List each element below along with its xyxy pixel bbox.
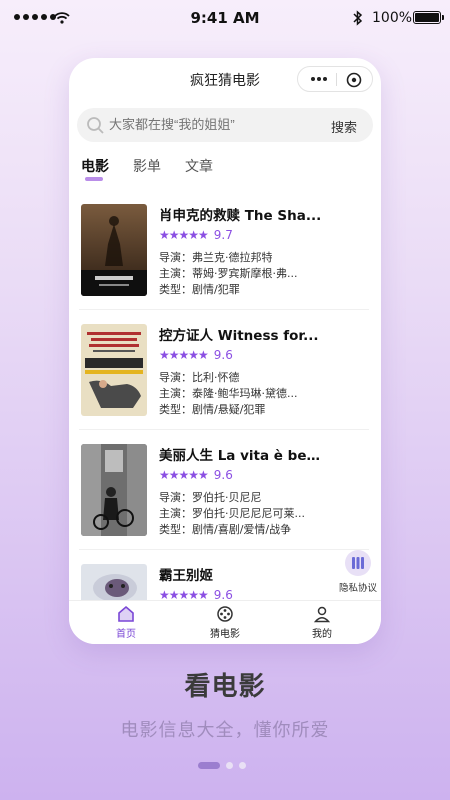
tabbar-profile[interactable]: 我的 <box>287 605 357 640</box>
page-dot[interactable] <box>226 762 233 769</box>
mini-program-navbar: 疯狂猜电影 <box>69 58 381 98</box>
tab-movies[interactable]: 电影 <box>81 156 109 176</box>
movie-rating: ★★★★★ 9.6 <box>159 467 233 483</box>
movie-title: 控方证人 Witness for... <box>159 328 319 344</box>
movie-list: 肖申克的救赎 The Sha... ★★★★★ 9.7 导演：弗兰克·德拉邦特 … <box>69 192 381 602</box>
capsule-menu <box>297 66 373 92</box>
search-icon <box>87 117 104 134</box>
movie-poster <box>81 564 147 602</box>
home-icon <box>118 605 134 622</box>
movie-title: 肖申克的救赎 The Sha... <box>159 208 322 224</box>
film-reel-icon <box>217 606 233 622</box>
status-bar: 9:41 AM 100% <box>0 0 450 36</box>
battery-percent: 100% <box>372 10 413 26</box>
star-rating-icon: ★★★★★ <box>159 228 209 242</box>
tabbar-home[interactable]: 首页 <box>91 605 161 640</box>
movie-director: 导演：比利·怀德 <box>159 371 240 384</box>
app-screen: 疯狂猜电影 搜索 电影 影单 文章 <box>69 58 381 644</box>
list-divider <box>79 309 369 310</box>
movie-cast: 主演：蒂姆·罗宾斯摩根·弗... <box>159 267 298 280</box>
movie-item[interactable]: 霸王别姬 ★★★★★ 9.6 <box>79 552 369 602</box>
movie-genre: 类型：剧情/犯罪 <box>159 283 240 296</box>
star-rating-icon: ★★★★★ <box>159 468 209 482</box>
movie-cast: 主演：罗伯托·贝尼尼尼可莱... <box>159 507 305 520</box>
tabbar-profile-label: 我的 <box>312 629 332 640</box>
list-divider <box>79 549 369 550</box>
movie-rating: ★★★★★ 9.7 <box>159 227 233 243</box>
tab-articles[interactable]: 文章 <box>185 156 213 176</box>
search-button[interactable]: 搜索 <box>331 117 357 136</box>
page-indicator <box>198 762 246 769</box>
movie-cast: 主演：泰隆·鲍华玛琳·黛德... <box>159 387 298 400</box>
promo-subtitle: 电影信息大全，懂你所爱 <box>120 720 330 741</box>
movie-item[interactable]: 控方证人 Witness for... ★★★★★ 9.6 导演：比利·怀德 主… <box>79 312 369 430</box>
search-bar: 搜索 <box>77 108 373 142</box>
movie-poster <box>81 204 147 296</box>
user-icon <box>313 606 331 623</box>
list-divider <box>79 429 369 430</box>
movie-genre: 类型：剧情/喜剧/爱情/战争 <box>159 523 292 536</box>
movie-score: 9.6 <box>213 468 233 482</box>
promo-title: 看电影 <box>184 672 266 702</box>
tabbar-home-label: 首页 <box>116 629 136 640</box>
bottom-tab-bar: 首页 猜电影 我的 <box>69 600 381 644</box>
movie-item[interactable]: 肖申克的救赎 The Sha... ★★★★★ 9.7 导演：弗兰克·德拉邦特 … <box>79 192 369 310</box>
movie-director: 导演：罗伯托·贝尼尼 <box>159 491 262 504</box>
page-dot[interactable] <box>239 762 246 769</box>
category-tabs: 电影 影单 文章 <box>69 156 381 186</box>
movie-poster <box>81 444 147 536</box>
movie-poster <box>81 324 147 416</box>
active-tab-indicator <box>85 177 103 181</box>
battery-icon <box>413 11 444 24</box>
books-icon <box>345 550 371 576</box>
tabbar-guess[interactable]: 猜电影 <box>190 605 260 640</box>
capsule-divider <box>336 73 337 86</box>
movie-genre: 类型：剧情/悬疑/犯罪 <box>159 403 266 416</box>
bluetooth-icon <box>353 10 363 26</box>
search-input[interactable] <box>109 117 309 132</box>
movie-score: 9.7 <box>213 228 233 242</box>
tabbar-guess-label: 猜电影 <box>210 629 240 640</box>
page-dot-active[interactable] <box>198 762 220 769</box>
movie-rating: ★★★★★ 9.6 <box>159 347 233 363</box>
tab-movie-lists[interactable]: 影单 <box>133 156 161 176</box>
privacy-policy-button[interactable]: 隐私协议 <box>335 550 381 594</box>
movie-director: 导演：弗兰克·德拉邦特 <box>159 251 273 264</box>
movie-item[interactable]: 美丽人生 La vita è bella ★★★★★ 9.6 导演：罗伯托·贝尼… <box>79 432 369 550</box>
movie-title: 霸王别姬 <box>159 568 213 584</box>
more-button[interactable] <box>306 70 332 88</box>
movie-title: 美丽人生 La vita è bella <box>159 448 324 464</box>
star-rating-icon: ★★★★★ <box>159 348 209 362</box>
close-icon[interactable] <box>344 70 364 90</box>
privacy-label: 隐私协议 <box>338 583 377 594</box>
movie-score: 9.6 <box>213 348 233 362</box>
